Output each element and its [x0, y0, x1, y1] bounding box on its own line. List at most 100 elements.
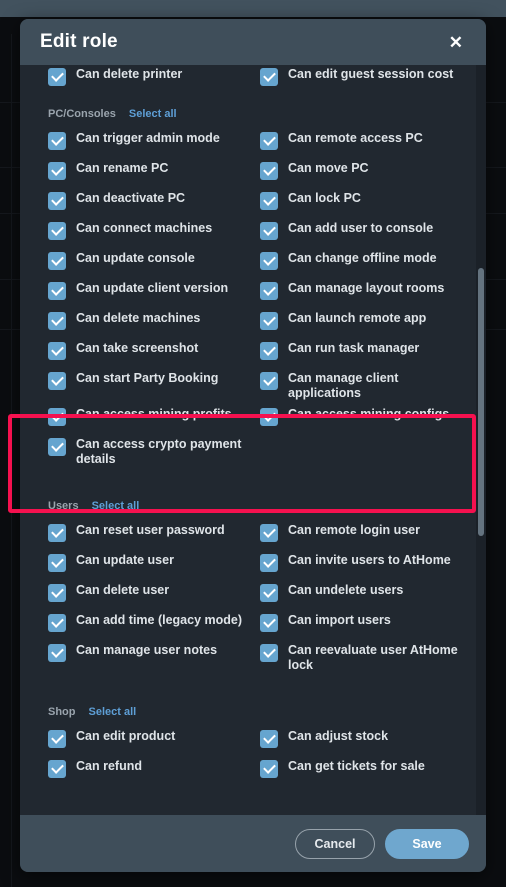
permission-row[interactable]: Can edit product: [48, 726, 260, 756]
checkbox-checked-icon[interactable]: [48, 132, 66, 150]
checkbox-checked-icon[interactable]: [48, 372, 66, 390]
checkbox-checked-icon[interactable]: [48, 614, 66, 632]
permission-row[interactable]: Can access crypto payment details: [48, 434, 260, 470]
checkbox-checked-icon[interactable]: [260, 252, 278, 270]
checkbox-checked-icon[interactable]: [48, 192, 66, 210]
permission-label: Can remote access PC: [288, 131, 423, 145]
checkbox-checked-icon[interactable]: [48, 252, 66, 270]
checkbox-checked-icon[interactable]: [260, 644, 278, 662]
checkbox-checked-icon[interactable]: [260, 408, 278, 426]
permission-row[interactable]: Can delete printer: [48, 65, 260, 94]
checkbox-checked-icon[interactable]: [260, 760, 278, 778]
permission-label: Can access mining configs: [288, 407, 450, 421]
permission-label: Can edit product: [76, 729, 176, 743]
checkbox-checked-icon[interactable]: [48, 282, 66, 300]
permission-row[interactable]: Can lock PC: [260, 188, 472, 218]
permission-row[interactable]: Can invite users to AtHome: [260, 550, 472, 580]
select-all-link[interactable]: Select all: [92, 500, 140, 512]
permission-label: Can rename PC: [76, 161, 169, 175]
checkbox-checked-icon[interactable]: [48, 760, 66, 778]
checkbox-checked-icon[interactable]: [48, 162, 66, 180]
permission-row[interactable]: Can take screenshot: [48, 338, 260, 368]
checkbox-checked-icon[interactable]: [260, 222, 278, 240]
scrollbar-track[interactable]: [476, 65, 486, 834]
permission-row[interactable]: Can delete user: [48, 580, 260, 610]
checkbox-checked-icon[interactable]: [260, 524, 278, 542]
checkbox-checked-icon[interactable]: [48, 222, 66, 240]
checkbox-checked-icon[interactable]: [48, 342, 66, 360]
checkbox-checked-icon[interactable]: [260, 132, 278, 150]
permission-row[interactable]: Can remote login user: [260, 520, 472, 550]
checkbox-checked-icon[interactable]: [48, 730, 66, 748]
permission-row[interactable]: Can reset user password: [48, 520, 260, 550]
checkbox-checked-icon[interactable]: [48, 554, 66, 572]
permission-row[interactable]: Can change offline mode: [260, 248, 472, 278]
permission-row[interactable]: Can manage layout rooms: [260, 278, 472, 308]
permission-row[interactable]: Can delete machines: [48, 308, 260, 338]
select-all-link[interactable]: Select all: [129, 108, 177, 120]
permission-row[interactable]: Can remote access PC: [260, 128, 472, 158]
permission-row[interactable]: Can trigger admin mode: [48, 128, 260, 158]
permission-row[interactable]: Can update user: [48, 550, 260, 580]
permission-label: Can update user: [76, 553, 174, 567]
close-icon[interactable]: ✕: [443, 30, 469, 55]
permission-label: Can edit guest session cost: [288, 67, 454, 81]
permission-row[interactable]: Can rename PC: [48, 158, 260, 188]
permission-row[interactable]: Can add time (legacy mode): [48, 610, 260, 640]
permission-label: Can take screenshot: [76, 341, 199, 355]
save-button[interactable]: Save: [385, 828, 469, 859]
checkbox-checked-icon[interactable]: [260, 312, 278, 330]
permission-row[interactable]: Can reevaluate user AtHome lock: [260, 640, 472, 676]
checkbox-checked-icon[interactable]: [260, 342, 278, 360]
permission-row[interactable]: Can undelete users: [260, 580, 472, 610]
permission-row[interactable]: Can import users: [260, 610, 472, 640]
permission-row[interactable]: Can manage client applications: [260, 368, 472, 404]
permission-row[interactable]: Can update console: [48, 248, 260, 278]
permission-row[interactable]: Can access mining profits: [48, 404, 260, 434]
checkbox-checked-icon[interactable]: [260, 68, 278, 86]
permission-row[interactable]: Can run task manager: [260, 338, 472, 368]
permission-row[interactable]: Can launch remote app: [260, 308, 472, 338]
checkbox-checked-icon[interactable]: [260, 614, 278, 632]
permission-label: Can reevaluate user AtHome lock: [288, 643, 458, 672]
checkbox-checked-icon[interactable]: [260, 584, 278, 602]
permission-row[interactable]: Can deactivate PC: [48, 188, 260, 218]
checkbox-checked-icon[interactable]: [48, 408, 66, 426]
checkbox-checked-icon[interactable]: [48, 312, 66, 330]
permission-row[interactable]: Can access mining configs: [260, 404, 472, 434]
permission-label: Can get tickets for sale: [288, 759, 425, 773]
permission-row[interactable]: Can update client version: [48, 278, 260, 308]
checkbox-checked-icon[interactable]: [260, 372, 278, 390]
permission-row[interactable]: Can start Party Booking: [48, 368, 260, 404]
checkbox-checked-icon[interactable]: [48, 584, 66, 602]
select-all-link[interactable]: Select all: [89, 706, 137, 718]
permission-row[interactable]: Can refund: [48, 756, 260, 786]
permission-row[interactable]: Can adjust stock: [260, 726, 472, 756]
permission-label: Can manage layout rooms: [288, 281, 445, 295]
permission-row[interactable]: Can add user to console: [260, 218, 472, 248]
checkbox-checked-icon[interactable]: [48, 438, 66, 456]
dialog-header: Edit role ✕: [20, 19, 486, 65]
checkbox-checked-icon[interactable]: [260, 554, 278, 572]
checkbox-checked-icon[interactable]: [260, 282, 278, 300]
permission-label: Can refund: [76, 759, 142, 773]
checkbox-checked-icon[interactable]: [260, 192, 278, 210]
permission-row[interactable]: Can connect machines: [48, 218, 260, 248]
permission-label: Can manage user notes: [76, 643, 218, 657]
permission-row[interactable]: Can manage user notes: [48, 640, 260, 676]
section-title: Users: [48, 500, 79, 512]
permission-row[interactable]: Can edit guest session cost: [260, 65, 472, 94]
checkbox-checked-icon[interactable]: [260, 730, 278, 748]
permission-row[interactable]: Can move PC: [260, 158, 472, 188]
checkbox-checked-icon[interactable]: [260, 162, 278, 180]
permission-label: Can reset user password: [76, 523, 225, 537]
permissions-scroll-area[interactable]: Can delete printer Can edit guest session…: [20, 65, 486, 834]
permission-row[interactable]: Can get tickets for sale: [260, 756, 472, 786]
checkbox-checked-icon[interactable]: [48, 644, 66, 662]
cancel-button[interactable]: Cancel: [295, 828, 375, 859]
permission-grid: Can reset user password Can remote login …: [20, 520, 486, 676]
checkbox-checked-icon[interactable]: [48, 68, 66, 86]
permission-label: Can move PC: [288, 161, 369, 175]
checkbox-checked-icon[interactable]: [48, 524, 66, 542]
scrollbar-thumb[interactable]: [478, 268, 484, 536]
